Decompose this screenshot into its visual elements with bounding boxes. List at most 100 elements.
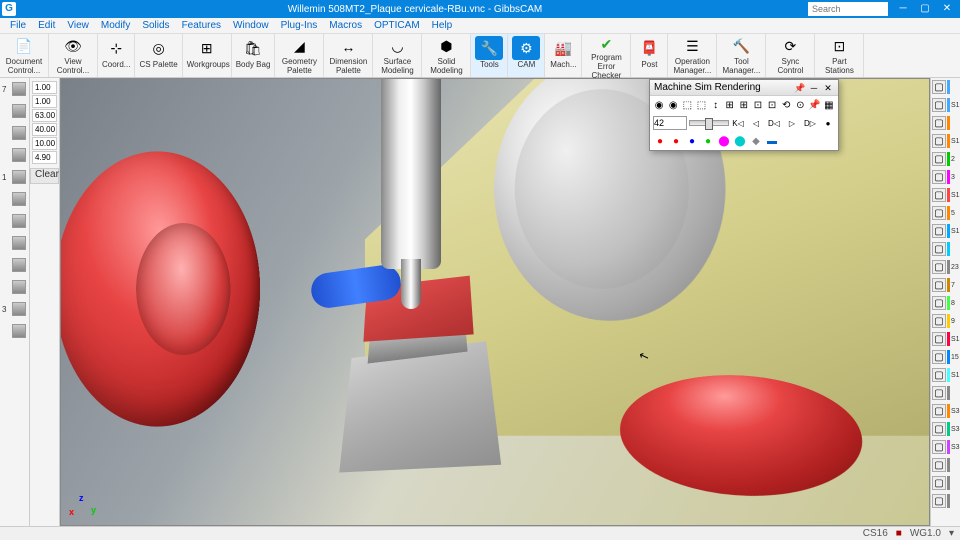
clear-button[interactable]: Clear bbox=[30, 168, 59, 184]
document-control-icon[interactable]: 📄 bbox=[10, 36, 38, 57]
sim-speed-slider[interactable] bbox=[689, 120, 729, 126]
search-input[interactable] bbox=[808, 2, 888, 16]
sim-tool-11[interactable]: 📌 bbox=[808, 98, 820, 112]
menu-opticam[interactable]: OPTICAM bbox=[368, 20, 426, 31]
sim-color-2[interactable]: ● bbox=[685, 134, 699, 148]
sim-tool-6[interactable]: ⊞ bbox=[738, 98, 750, 112]
sim-color-6[interactable]: ◆ bbox=[749, 134, 763, 148]
tool-item-11[interactable] bbox=[0, 320, 29, 342]
solid-modeling-icon[interactable]: ⬢ bbox=[432, 36, 460, 57]
sim-play-4[interactable]: D▷ bbox=[803, 116, 817, 130]
panel-pin-icon[interactable]: 📌 bbox=[794, 82, 806, 94]
op-item-18[interactable]: ▢S3 bbox=[931, 402, 960, 420]
surface-modeling-icon[interactable]: ◡ bbox=[383, 36, 411, 57]
op-item-22[interactable]: ▢ bbox=[931, 474, 960, 492]
sim-play-2[interactable]: D◁ bbox=[767, 116, 781, 130]
sim-tool-7[interactable]: ⊡ bbox=[752, 98, 764, 112]
op-item-20[interactable]: ▢S3 bbox=[931, 438, 960, 456]
sim-tool-2[interactable]: ⬚ bbox=[681, 98, 693, 112]
sim-color-5[interactable]: ⬤ bbox=[733, 134, 747, 148]
dim-value-4[interactable]: 10.00 bbox=[32, 137, 57, 150]
tool-item-4[interactable]: 1 bbox=[0, 166, 29, 188]
sim-tool-5[interactable]: ⊞ bbox=[724, 98, 736, 112]
sim-color-3[interactable]: ● bbox=[701, 134, 715, 148]
tool-item-1[interactable] bbox=[0, 100, 29, 122]
menu-macros[interactable]: Macros bbox=[323, 20, 368, 31]
op-item-6[interactable]: ▢S1 bbox=[931, 186, 960, 204]
op-item-0[interactable]: ▢ bbox=[931, 78, 960, 96]
op-item-16[interactable]: ▢S1 bbox=[931, 366, 960, 384]
sim-play-0[interactable]: K◁ bbox=[731, 116, 745, 130]
tool-item-7[interactable] bbox=[0, 232, 29, 254]
sim-color-0[interactable]: ● bbox=[653, 134, 667, 148]
op-item-15[interactable]: ▢15 bbox=[931, 348, 960, 366]
dimension-palette-icon[interactable]: ↔ bbox=[334, 36, 362, 57]
dim-value-0[interactable]: 1.00 bbox=[32, 81, 57, 94]
tools-icon[interactable]: 🔧 bbox=[475, 36, 503, 60]
op-item-5[interactable]: ▢3 bbox=[931, 168, 960, 186]
sim-color-1[interactable]: ● bbox=[669, 134, 683, 148]
dim-value-5[interactable]: 4.90 bbox=[32, 151, 57, 164]
sync-control-icon[interactable]: ⟳ bbox=[776, 36, 804, 57]
tool-manager-icon[interactable]: 🔨 bbox=[727, 36, 755, 57]
op-item-1[interactable]: ▢S1 bbox=[931, 96, 960, 114]
sim-tool-9[interactable]: ⟲ bbox=[780, 98, 792, 112]
part-stations-icon[interactable]: ⊡ bbox=[825, 36, 853, 57]
sim-tool-4[interactable]: ↕ bbox=[710, 98, 722, 112]
status-dropdown-icon[interactable]: ▾ bbox=[949, 528, 954, 539]
body-bag-icon[interactable]: 🛍 bbox=[239, 36, 267, 60]
sim-play-1[interactable]: ◁ bbox=[749, 116, 763, 130]
menu-features[interactable]: Features bbox=[176, 20, 227, 31]
menu-solids[interactable]: Solids bbox=[136, 20, 175, 31]
sim-color-4[interactable]: ⬤ bbox=[717, 134, 731, 148]
view-control-icon[interactable]: 👁 bbox=[59, 36, 87, 57]
tool-item-0[interactable]: 7 bbox=[0, 78, 29, 100]
sim-speed-input[interactable] bbox=[653, 116, 687, 130]
op-item-13[interactable]: ▢9 bbox=[931, 312, 960, 330]
workgroups-icon[interactable]: ⊞ bbox=[193, 36, 221, 60]
op-item-3[interactable]: ▢S1 bbox=[931, 132, 960, 150]
menu-view[interactable]: View bbox=[61, 20, 95, 31]
op-item-2[interactable]: ▢ bbox=[931, 114, 960, 132]
tool-item-3[interactable] bbox=[0, 144, 29, 166]
op-item-11[interactable]: ▢7 bbox=[931, 276, 960, 294]
sim-tool-8[interactable]: ⊡ bbox=[766, 98, 778, 112]
tool-item-2[interactable] bbox=[0, 122, 29, 144]
op-item-21[interactable]: ▢ bbox=[931, 456, 960, 474]
cam-icon[interactable]: ⚙ bbox=[512, 36, 540, 60]
menu-modify[interactable]: Modify bbox=[95, 20, 136, 31]
op-item-19[interactable]: ▢S3 bbox=[931, 420, 960, 438]
dim-value-1[interactable]: 1.00 bbox=[32, 95, 57, 108]
menu-edit[interactable]: Edit bbox=[32, 20, 61, 31]
dim-value-2[interactable]: 63.00 bbox=[32, 109, 57, 122]
tool-item-8[interactable] bbox=[0, 254, 29, 276]
op-item-7[interactable]: ▢5 bbox=[931, 204, 960, 222]
sim-play-3[interactable]: ▷ bbox=[785, 116, 799, 130]
op-item-17[interactable]: ▢ bbox=[931, 384, 960, 402]
op-item-8[interactable]: ▢S1 bbox=[931, 222, 960, 240]
op-item-9[interactable]: ▢ bbox=[931, 240, 960, 258]
menu-help[interactable]: Help bbox=[426, 20, 459, 31]
machine-icon[interactable]: 🏭 bbox=[549, 36, 577, 60]
menu-window[interactable]: Window bbox=[227, 20, 275, 31]
menu-file[interactable]: File bbox=[4, 20, 32, 31]
cs-palette-icon[interactable]: ◎ bbox=[145, 36, 173, 60]
minimize-button[interactable]: ─ bbox=[892, 0, 914, 18]
tool-item-5[interactable] bbox=[0, 188, 29, 210]
op-item-14[interactable]: ▢S1 bbox=[931, 330, 960, 348]
dim-value-3[interactable]: 40.00 bbox=[32, 123, 57, 136]
close-button[interactable]: ✕ bbox=[936, 0, 958, 18]
post-icon[interactable]: 📮 bbox=[635, 36, 663, 60]
tool-item-6[interactable] bbox=[0, 210, 29, 232]
coord-icon[interactable]: ⊹ bbox=[102, 36, 130, 60]
panel-min-button[interactable]: ─ bbox=[808, 82, 820, 94]
3d-viewport[interactable]: ⊡◫ ⊞▦ 👁🔍 ⟲⊹ ◐⬚ ✂◉ ↖ z y x Machine Sim Re… bbox=[60, 78, 930, 526]
program-error-icon[interactable]: ✔ bbox=[592, 36, 620, 53]
op-item-4[interactable]: ▢2 bbox=[931, 150, 960, 168]
panel-close-button[interactable]: ✕ bbox=[822, 82, 834, 94]
slider-thumb[interactable] bbox=[705, 118, 713, 130]
geometry-palette-icon[interactable]: ◢ bbox=[285, 36, 313, 57]
op-item-10[interactable]: ▢23 bbox=[931, 258, 960, 276]
sim-tool-12[interactable]: ▦ bbox=[823, 98, 835, 112]
op-item-12[interactable]: ▢8 bbox=[931, 294, 960, 312]
